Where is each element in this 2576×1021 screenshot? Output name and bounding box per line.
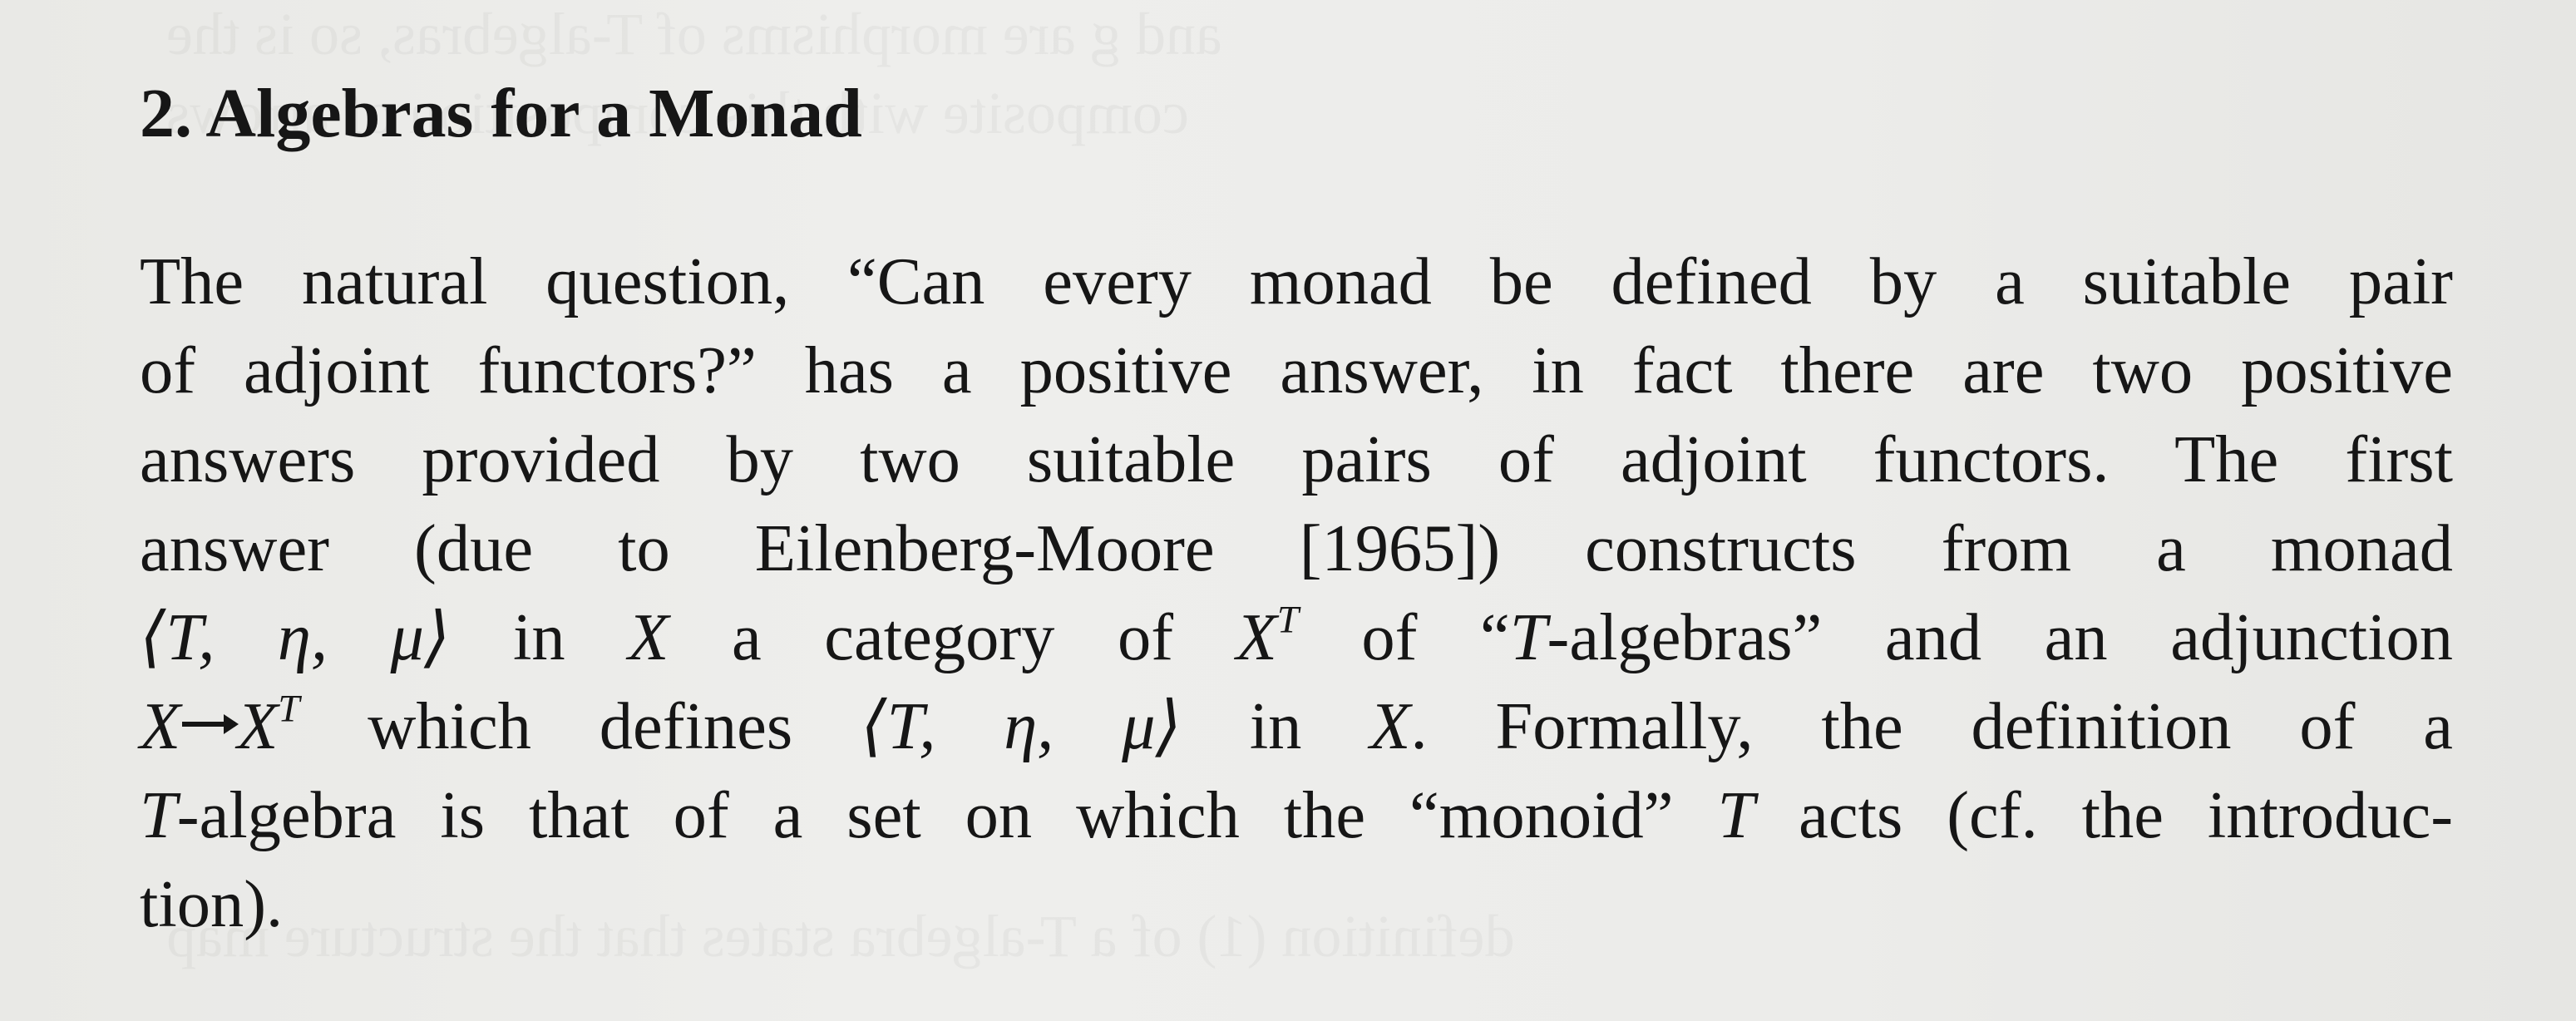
math-x: X [1369,689,1411,763]
paragraph-line-1: The natural question, “Can every monad b… [140,244,2453,318]
paragraph-line-3: answers provided by two suitable pairs o… [140,422,2453,496]
paragraph-line-8: tion). [140,867,284,941]
section-heading: 2. Algebras for a Monad [140,75,862,152]
book-page: and g are morphisms of T-algebras, so is… [0,0,2576,1021]
math-x: X [628,600,669,674]
math-x-t: XT [237,687,300,763]
body-paragraph: The natural question, “Can every monad b… [140,237,2453,949]
paragraph-line-7: T-algebra is that of a set on which the … [140,778,2454,852]
monad-triple: ⟨T, η, μ⟩ [861,689,1182,763]
monad-triple: ⟨T, η, μ⟩ [140,600,451,674]
show-through-text: and g are morphisms of T-algebras, so is… [166,1,1222,67]
math-t: T [140,778,177,852]
paragraph-line-5: ⟨T, η, μ⟩ in X a category of XT of “T-al… [140,598,2454,674]
math-x: X [140,689,181,763]
arrow-icon [182,714,239,735]
math-t: T [1509,600,1547,674]
paragraph-line-4: answer (due to Eilenberg-Moore [1965]) c… [140,511,2453,585]
paragraph-line-2: of adjoint functors?” has a positive ans… [140,333,2453,407]
math-x-t: XT [1236,598,1299,674]
math-t: T [1717,778,1755,852]
paragraph-line-6: X XT which defines ⟨T, η, μ⟩ in X. Formal… [140,687,2453,763]
